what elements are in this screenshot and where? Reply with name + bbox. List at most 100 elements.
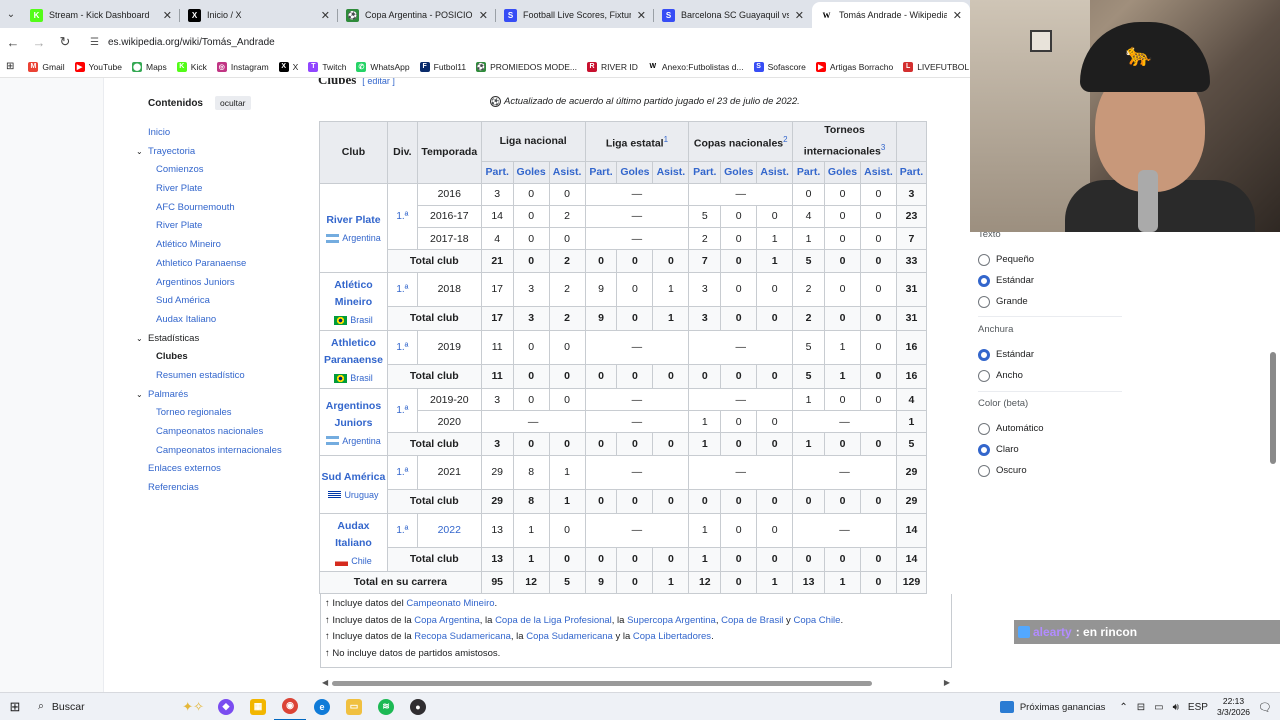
- bookmark[interactable]: ▶ YouTube: [74, 61, 122, 72]
- tab-search-chevron-icon[interactable]: ⌄: [4, 3, 18, 25]
- footnote-ref[interactable]: 2: [783, 135, 787, 144]
- browser-tab[interactable]: S Barcelona SC Guayaquil vs Bota ✕: [654, 2, 812, 28]
- site-info-icon[interactable]: ☰: [90, 37, 99, 48]
- country-link[interactable]: Chile: [320, 556, 387, 566]
- file-explorer-icon[interactable]: ▭: [338, 693, 370, 720]
- toc-item[interactable]: Comienzos: [134, 161, 304, 180]
- country-link[interactable]: Argentina: [320, 436, 387, 446]
- bookmark[interactable]: W Anexo:Futbolistas d...: [647, 61, 744, 72]
- page-vertical-scrollbar[interactable]: [1270, 352, 1276, 464]
- country-link[interactable]: Brasil: [320, 373, 387, 383]
- footnote-ref[interactable]: 3: [881, 143, 885, 152]
- toc-item[interactable]: Clubes: [134, 348, 304, 367]
- footnote-link[interactable]: Supercopa Argentina: [627, 615, 716, 626]
- scrollbar-thumb[interactable]: [332, 681, 872, 686]
- division-link[interactable]: 1.ª: [386, 182, 418, 251]
- apps-grid-icon[interactable]: ⊞: [6, 61, 14, 72]
- toc-item[interactable]: Enlaces externos: [134, 460, 304, 479]
- toc-item[interactable]: AFC Bournemouth: [134, 199, 304, 218]
- clock[interactable]: 22:13 3/3/2026: [1217, 696, 1250, 718]
- toc-item[interactable]: River Plate: [134, 217, 304, 236]
- toc-item[interactable]: ⌄ Palmarés: [134, 386, 304, 405]
- bookmark[interactable]: F Futbol11: [419, 61, 466, 72]
- bookmark[interactable]: L LIVEFUTBOL: [903, 61, 969, 72]
- chevron-down-icon[interactable]: ⌄: [136, 386, 143, 405]
- notifications-icon[interactable]: 🗨︎: [1258, 701, 1272, 714]
- chrome-icon[interactable]: ◉: [274, 693, 306, 720]
- browser-tab[interactable]: K Stream - Kick Dashboard ✕: [22, 2, 180, 28]
- close-tab-icon[interactable]: ✕: [163, 9, 172, 22]
- edit-section-link[interactable]: [ editar ]: [362, 78, 395, 86]
- footnote-link[interactable]: Copa Libertadores: [633, 631, 711, 642]
- toc-item[interactable]: ⌄ Estadísticas: [134, 330, 304, 349]
- spotify-icon[interactable]: ≋: [370, 693, 402, 720]
- radio-button[interactable]: [978, 348, 990, 361]
- edge-icon[interactable]: e: [306, 693, 338, 720]
- close-tab-icon[interactable]: ✕: [321, 9, 330, 22]
- club-link[interactable]: Argentinos Juniors: [320, 398, 387, 432]
- toc-item[interactable]: Campeonatos internacionales: [134, 442, 304, 461]
- radio-option[interactable]: Grande: [978, 291, 1034, 312]
- toc-item[interactable]: River Plate: [134, 180, 304, 199]
- chevron-up-icon[interactable]: ⌃: [1119, 702, 1127, 713]
- bookmark[interactable]: ⬤ Maps: [132, 61, 167, 72]
- network-icon[interactable]: ▭: [1154, 702, 1163, 713]
- club-link[interactable]: Athletico Paranaense: [320, 335, 387, 369]
- toc-item[interactable]: ⌄ Trayectoria: [134, 143, 304, 162]
- toc-hide-button[interactable]: ocultar: [215, 96, 251, 110]
- bookmark[interactable]: ▶ Artigas Borracho: [815, 61, 893, 72]
- chevron-down-icon[interactable]: ⌄: [136, 330, 143, 349]
- radio-option[interactable]: Estándar: [978, 270, 1034, 291]
- browser-tab[interactable]: X Inicio / X ✕: [180, 2, 338, 28]
- radio-option[interactable]: Claro: [978, 439, 1044, 460]
- country-link[interactable]: Uruguay: [320, 490, 387, 500]
- url-field[interactable]: ☰ es.wikipedia.org/wiki/Tomás_Andrade: [90, 37, 275, 48]
- footnote-link[interactable]: Copa de la Liga Profesional: [495, 615, 612, 626]
- radio-button[interactable]: [978, 295, 990, 308]
- radio-option[interactable]: Ancho: [978, 365, 1034, 386]
- division-link[interactable]: 1.ª: [386, 387, 418, 434]
- toc-item[interactable]: Referencias: [134, 479, 304, 498]
- toc-item[interactable]: Inicio: [134, 124, 304, 143]
- toc-item[interactable]: Athletico Paranaense: [134, 255, 304, 274]
- division-link[interactable]: 1.ª: [386, 512, 418, 548]
- toc-item[interactable]: Resumen estadístico: [134, 367, 304, 386]
- close-tab-icon[interactable]: ✕: [479, 9, 488, 22]
- country-link[interactable]: Brasil: [320, 315, 387, 325]
- division-link[interactable]: 1.ª: [386, 454, 418, 490]
- footnote-link[interactable]: Copa Chile: [793, 615, 840, 626]
- toc-item[interactable]: Torneo regionales: [134, 404, 304, 423]
- reload-icon[interactable]: ↻: [52, 34, 78, 50]
- radio-button[interactable]: [978, 464, 990, 477]
- forward-icon[interactable]: →: [26, 35, 52, 50]
- browser-tab[interactable]: ⚽ Copa Argentina - POSICIONES ✕: [338, 2, 496, 28]
- radio-button[interactable]: [978, 422, 990, 435]
- radio-button[interactable]: [978, 274, 990, 287]
- back-icon[interactable]: ←: [0, 35, 26, 50]
- radio-button[interactable]: [978, 253, 990, 266]
- toc-item[interactable]: Atlético Mineiro: [134, 236, 304, 255]
- close-tab-icon[interactable]: ✕: [953, 9, 962, 22]
- bookmark[interactable]: M Gmail: [28, 61, 65, 72]
- radio-button[interactable]: [978, 369, 990, 382]
- club-link[interactable]: River Plate: [320, 212, 387, 229]
- close-tab-icon[interactable]: ✕: [637, 9, 646, 22]
- footnote-link[interactable]: Recopa Sudamericana: [414, 631, 511, 642]
- news-widget[interactable]: Próximas ganancias: [999, 701, 1105, 713]
- bookmark[interactable]: ✆ WhatsApp: [356, 61, 410, 72]
- store-icon[interactable]: ▦: [242, 693, 274, 720]
- bookmark[interactable]: S Sofascore: [753, 61, 806, 72]
- chevron-down-icon[interactable]: ⌄: [136, 143, 143, 162]
- scroll-right-icon[interactable]: ▶: [944, 678, 950, 687]
- browser-tab[interactable]: S Football Live Scores, Fixtures & ✕: [496, 2, 654, 28]
- volume-icon[interactable]: 🔊︎: [1173, 702, 1179, 713]
- radio-option[interactable]: Estándar: [978, 344, 1034, 365]
- footnote-link[interactable]: Copa Sudamericana: [526, 631, 613, 642]
- division-link[interactable]: 1.ª: [386, 329, 418, 365]
- taskbar-search[interactable]: ⌕ Buscar ✦✧: [30, 693, 210, 720]
- toc-item[interactable]: Argentinos Juniors: [134, 274, 304, 293]
- footnote-link[interactable]: Copa de Brasil: [721, 615, 783, 626]
- radio-option[interactable]: Automático: [978, 418, 1044, 439]
- radio-option[interactable]: Oscuro: [978, 460, 1044, 481]
- bookmark[interactable]: ⚽ PROMIEDOS MODE...: [476, 61, 577, 72]
